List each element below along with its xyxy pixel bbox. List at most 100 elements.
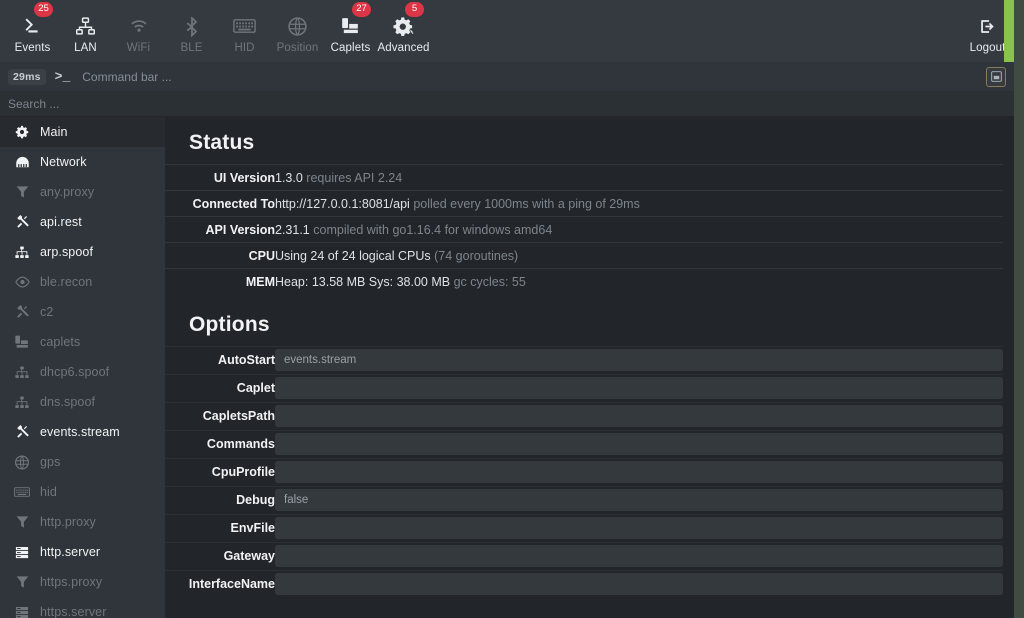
nav-item-ble[interactable]: BLE bbox=[165, 0, 218, 62]
sidebar-item-api-rest[interactable]: api.rest bbox=[0, 207, 165, 237]
sidebar-item-any-proxy[interactable]: any.proxy bbox=[0, 177, 165, 207]
option-input-capletspath[interactable] bbox=[275, 405, 1003, 427]
option-input-envfile[interactable] bbox=[275, 517, 1003, 539]
option-row-field-cell bbox=[275, 345, 1003, 374]
sidebar-item-label: https.server bbox=[40, 605, 107, 618]
nav-item-label: Position bbox=[276, 42, 319, 54]
search-input[interactable] bbox=[8, 96, 1006, 111]
option-row-label: InterfaceName bbox=[165, 569, 275, 598]
options-table: AutoStartCapletCapletsPathCommandsCpuPro… bbox=[165, 345, 1003, 598]
option-row: Commands bbox=[165, 429, 1003, 458]
globe-icon bbox=[285, 14, 311, 38]
status-value-note: polled every 1000ms with a ping of 29ms bbox=[413, 196, 640, 211]
option-row-label: Debug bbox=[165, 485, 275, 514]
sidebar-item-https-server[interactable]: https.server bbox=[0, 597, 165, 618]
sidebar-item-https-proxy[interactable]: https.proxy bbox=[0, 567, 165, 597]
sidebar-item-label: dns.spoof bbox=[40, 395, 96, 409]
sidebar-item-label: api.rest bbox=[40, 215, 82, 229]
nav-item-label: BLE bbox=[180, 42, 203, 54]
option-row-field-cell bbox=[275, 569, 1003, 598]
prompt-icon: >_ bbox=[54, 69, 71, 84]
option-row: CpuProfile bbox=[165, 457, 1003, 486]
option-input-commands[interactable] bbox=[275, 433, 1003, 455]
option-input-gateway[interactable] bbox=[275, 545, 1003, 567]
sidebar-item-label: caplets bbox=[40, 335, 81, 349]
nav-item-advanced[interactable]: 5 Advanced bbox=[377, 0, 430, 62]
server-icon bbox=[14, 604, 30, 618]
command-input[interactable] bbox=[82, 69, 986, 84]
top-nav-items: 25 Events LAN WiFi BLE HID Position 27 Caplets 5 A… bbox=[0, 0, 430, 62]
sidebar[interactable]: Main Network any.proxy api.rest arp.spoof ble… bbox=[0, 117, 165, 618]
sidebar-item-caplets[interactable]: caplets bbox=[0, 327, 165, 357]
sidebar-item-http-server[interactable]: http.server bbox=[0, 537, 165, 567]
gears-icon bbox=[391, 14, 417, 38]
sidebar-item-network[interactable]: Network bbox=[0, 147, 165, 177]
nav-item-wifi[interactable]: WiFi bbox=[112, 0, 165, 62]
nav-item-label: Events bbox=[14, 42, 51, 54]
status-value-main: Heap: 13.58 MB Sys: 38.00 MB bbox=[275, 274, 451, 289]
nav-item-caplets[interactable]: 27 Caplets bbox=[324, 0, 377, 62]
option-row-field-cell bbox=[275, 373, 1003, 402]
nav-item-position[interactable]: Position bbox=[271, 0, 324, 62]
gear-icon bbox=[14, 124, 30, 140]
option-row: Gateway bbox=[165, 541, 1003, 570]
sidebar-item-label: arp.spoof bbox=[40, 245, 94, 259]
panel-toggle-icon[interactable] bbox=[986, 66, 1006, 87]
status-row-value: Using 24 of 24 logical CPUs (74 goroutin… bbox=[275, 242, 1003, 269]
caplets-icon bbox=[14, 334, 30, 350]
ping-badge: 29ms bbox=[8, 68, 46, 85]
option-row-field-cell bbox=[275, 429, 1003, 458]
option-row-label: Gateway bbox=[165, 541, 275, 570]
status-row-value: 2.31.1 compiled with go1.16.4 for window… bbox=[275, 216, 1003, 243]
wifi-icon bbox=[126, 14, 152, 38]
sidebar-item-gps[interactable]: gps bbox=[0, 447, 165, 477]
sidebar-item-label: hid bbox=[40, 485, 57, 499]
nav-item-label: Advanced bbox=[377, 42, 430, 54]
command-bar: 29ms >_ bbox=[0, 62, 1014, 91]
sidebar-item-label: events.stream bbox=[40, 425, 120, 439]
nav-badge-advanced: 5 bbox=[405, 2, 424, 17]
option-input-cpuprofile[interactable] bbox=[275, 461, 1003, 483]
bluetooth-icon bbox=[179, 14, 205, 38]
filter-icon bbox=[14, 514, 30, 530]
option-input-debug[interactable] bbox=[275, 489, 1003, 511]
server-icon bbox=[14, 544, 30, 560]
option-row: Caplet bbox=[165, 373, 1003, 402]
logout-icon bbox=[975, 14, 1001, 38]
sidebar-item-dhcp6-spoof[interactable]: dhcp6.spoof bbox=[0, 357, 165, 387]
option-row-field-cell bbox=[275, 513, 1003, 542]
nav-item-lan[interactable]: LAN bbox=[59, 0, 112, 62]
network-lan-icon bbox=[73, 14, 99, 38]
option-input-caplet[interactable] bbox=[275, 377, 1003, 399]
option-input-interfacename[interactable] bbox=[275, 573, 1003, 596]
nav-item-hid[interactable]: HID bbox=[218, 0, 271, 62]
sidebar-item-c2[interactable]: c2 bbox=[0, 297, 165, 327]
sidebar-item-arp-spoof[interactable]: arp.spoof bbox=[0, 237, 165, 267]
option-input-autostart[interactable] bbox=[275, 349, 1003, 371]
status-value-note: (74 goroutines) bbox=[434, 248, 519, 263]
main-content: Status UI Version 1.3.0 requires API 2.24… bbox=[165, 117, 1010, 618]
sidebar-item-hid[interactable]: hid bbox=[0, 477, 165, 507]
page-right-strip bbox=[1014, 62, 1024, 618]
option-row-field-cell bbox=[275, 541, 1003, 570]
sidebar-item-main[interactable]: Main bbox=[0, 117, 165, 147]
status-row: Connected To http://127.0.0.1:8081/api po… bbox=[165, 190, 1003, 217]
option-row: Debug bbox=[165, 485, 1003, 514]
option-row-label: Commands bbox=[165, 429, 275, 458]
sitemap-icon bbox=[14, 364, 30, 380]
status-value-main: 1.3.0 bbox=[275, 170, 303, 185]
status-table: UI Version 1.3.0 requires API 2.24 Connect… bbox=[165, 164, 1003, 295]
nav-item-events[interactable]: 25 Events bbox=[6, 0, 59, 62]
sidebar-item-label: http.proxy bbox=[40, 515, 96, 529]
status-row-key: UI Version bbox=[165, 164, 275, 191]
status-row: MEM Heap: 13.58 MB Sys: 38.00 MB gc cycle… bbox=[165, 268, 1003, 295]
sidebar-item-ble-recon[interactable]: ble.recon bbox=[0, 267, 165, 297]
sidebar-item-http-proxy[interactable]: http.proxy bbox=[0, 507, 165, 537]
status-value-note: gc cycles: 55 bbox=[453, 274, 526, 289]
sidebar-item-label: any.proxy bbox=[40, 185, 95, 199]
option-row-label: CapletsPath bbox=[165, 401, 275, 430]
keyboard-icon bbox=[232, 14, 258, 38]
caplets-icon bbox=[338, 14, 364, 38]
sidebar-item-events-stream[interactable]: events.stream bbox=[0, 417, 165, 447]
sidebar-item-dns-spoof[interactable]: dns.spoof bbox=[0, 387, 165, 417]
